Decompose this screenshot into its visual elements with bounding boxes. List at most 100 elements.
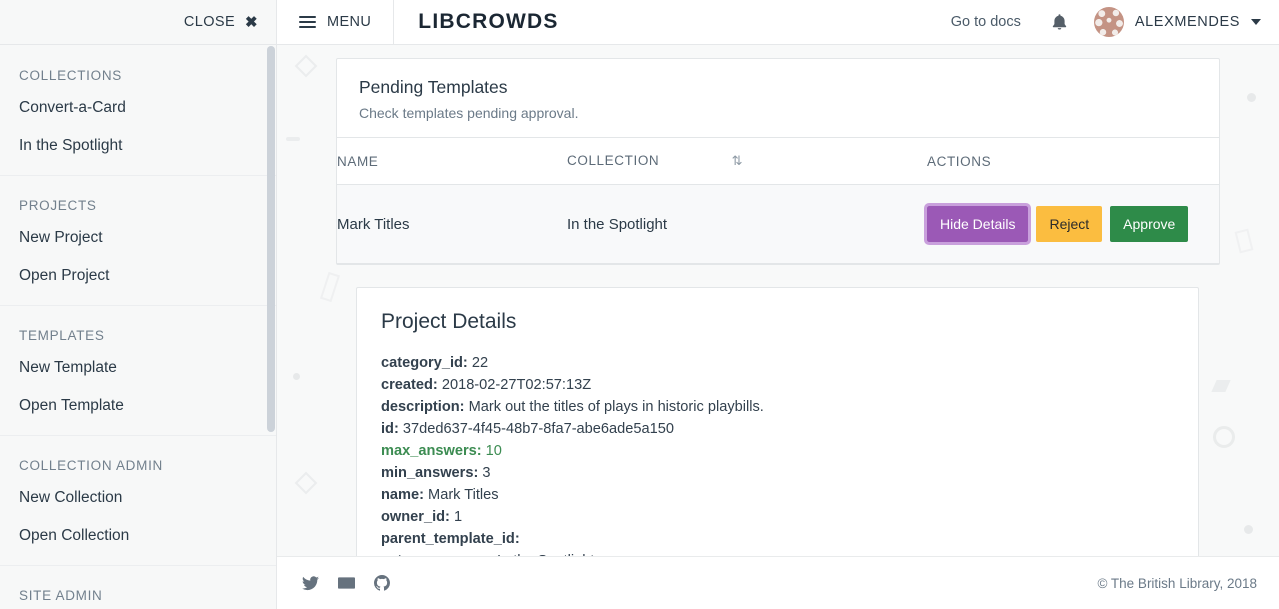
username-label: ALEXMENDES <box>1135 14 1240 30</box>
column-header-name[interactable]: NAME <box>337 138 567 185</box>
app-root: CLOSE ✖ COLLECTIONS Convert-a-Card In th… <box>0 0 1279 609</box>
detail-key: description: <box>381 399 465 415</box>
sidebar-item-open-project[interactable]: Open Project <box>0 257 276 295</box>
detail-value: 22 <box>472 355 488 371</box>
header-right: Go to docs ALEXMENDES <box>951 7 1279 37</box>
nav-heading-collections: COLLECTIONS <box>0 46 276 89</box>
deco-dot <box>293 373 300 380</box>
nav-heading-projects: PROJECTS <box>0 176 276 219</box>
pending-templates-table: NAME COLLECTION ⇅ ACTIONS Mark Titles In… <box>337 137 1219 264</box>
detail-key: created: <box>381 377 438 393</box>
detail-value: 37ded637-4f45-48b7-8fa7-abe6ade5a150 <box>403 421 674 437</box>
nav-group-projects: PROJECTS New Project Open Project <box>0 176 276 306</box>
hide-details-button[interactable]: Hide Details <box>927 206 1028 242</box>
deco-dot <box>1244 525 1253 534</box>
nav-heading-collection-admin: COLLECTION ADMIN <box>0 436 276 479</box>
detail-key: name: <box>381 487 424 503</box>
sidebar-header: CLOSE ✖ <box>0 0 276 45</box>
twitter-icon[interactable] <box>302 576 319 591</box>
detail-key: category_id: <box>381 355 468 371</box>
reject-button[interactable]: Reject <box>1036 206 1102 242</box>
notification-bell-icon <box>1051 13 1068 32</box>
detail-key: id: <box>381 421 399 437</box>
cell-collection: In the Spotlight <box>567 185 927 264</box>
nav-heading-templates: TEMPLATES <box>0 306 276 349</box>
detail-max-answers: max_answers: 10 <box>381 440 1174 462</box>
detail-key: max_answers: <box>381 443 482 459</box>
sidebar-item-convert-a-card[interactable]: Convert-a-Card <box>0 89 276 127</box>
detail-min-answers: min_answers: 3 <box>381 462 1174 484</box>
github-icon[interactable] <box>374 575 390 591</box>
top-header: MENU LIBCROWDS Go to docs ALEXMENDES <box>277 0 1279 45</box>
detail-key: parent_template_id: <box>381 531 520 547</box>
deco-diamond <box>295 55 318 78</box>
project-details-title: Project Details <box>381 310 1174 334</box>
nav-group-collections: COLLECTIONS Convert-a-Card In the Spotli… <box>0 46 276 176</box>
nav-group-templates: TEMPLATES New Template Open Template <box>0 306 276 436</box>
close-x-icon: ✖ <box>245 15 258 30</box>
social-links <box>302 575 390 591</box>
close-label: CLOSE <box>184 14 235 30</box>
detail-description: description: Mark out the titles of play… <box>381 396 1174 418</box>
page-title: Pending Templates <box>359 77 1197 98</box>
detail-value: Mark out the titles of plays in historic… <box>469 399 764 415</box>
detail-key: min_answers: <box>381 465 478 481</box>
column-header-collection-label: COLLECTION <box>567 153 659 168</box>
table-row: Mark Titles In the Spotlight Hide Detail… <box>337 185 1219 264</box>
page-footer: © The British Library, 2018 <box>277 556 1279 609</box>
sidebar: CLOSE ✖ COLLECTIONS Convert-a-Card In th… <box>0 0 277 609</box>
nav-heading-site-admin: SITE ADMIN <box>0 566 276 609</box>
cell-actions: Hide Details Reject Approve <box>927 185 1219 264</box>
sidebar-item-open-collection[interactable]: Open Collection <box>0 517 276 555</box>
column-header-collection[interactable]: COLLECTION ⇅ <box>567 138 927 185</box>
deco-rect <box>1235 229 1254 254</box>
detail-id: id: 37ded637-4f45-48b7-8fa7-abe6ade5a150 <box>381 418 1174 440</box>
close-sidebar-button[interactable]: CLOSE ✖ <box>184 14 258 30</box>
user-avatar <box>1094 7 1124 37</box>
user-menu[interactable]: ALEXMENDES <box>1094 7 1261 37</box>
project-details-card: Project Details category_id: 22 created:… <box>356 287 1199 593</box>
detail-value: 10 <box>486 443 502 459</box>
card-header: Pending Templates Check templates pendin… <box>337 59 1219 137</box>
main-content: Pending Templates Check templates pendin… <box>336 58 1220 593</box>
sort-updown-icon[interactable]: ⇅ <box>732 153 744 169</box>
menu-button[interactable]: MENU <box>277 0 394 45</box>
sidebar-item-new-template[interactable]: New Template <box>0 349 276 387</box>
detail-created: created: 2018-02-27T02:57:13Z <box>381 374 1174 396</box>
envelope-icon[interactable] <box>338 576 355 590</box>
sidebar-scrollbar[interactable] <box>267 46 275 432</box>
column-header-actions: ACTIONS <box>927 138 1219 185</box>
detail-category-id: category_id: 22 <box>381 352 1174 374</box>
deco-bar <box>286 137 300 141</box>
approve-button[interactable]: Approve <box>1110 206 1188 242</box>
card-subtitle: Check templates pending approval. <box>359 105 1197 121</box>
detail-parent-template-id: parent_template_id: <box>381 528 1174 550</box>
detail-name: name: Mark Titles <box>381 484 1174 506</box>
chevron-down-icon <box>1251 19 1261 25</box>
brand-logo[interactable]: LIBCROWDS <box>418 10 558 34</box>
table-header-row: NAME COLLECTION ⇅ ACTIONS <box>337 138 1219 185</box>
detail-value: Mark Titles <box>428 487 499 503</box>
sidebar-item-new-project[interactable]: New Project <box>0 219 276 257</box>
detail-value: 2018-02-27T02:57:13Z <box>442 377 591 393</box>
copyright-text: © The British Library, 2018 <box>1097 576 1257 591</box>
nav-group-site-admin: SITE ADMIN <box>0 566 276 609</box>
page-body: Pending Templates Check templates pendin… <box>277 45 1279 609</box>
deco-diamond <box>295 472 318 495</box>
sidebar-item-in-the-spotlight[interactable]: In the Spotlight <box>0 127 276 165</box>
go-to-docs-link[interactable]: Go to docs <box>951 14 1021 30</box>
detail-owner-id: owner_id: 1 <box>381 506 1174 528</box>
deco-dot <box>1247 93 1256 102</box>
sidebar-nav[interactable]: COLLECTIONS Convert-a-Card In the Spotli… <box>0 46 276 609</box>
menu-label: MENU <box>327 14 371 30</box>
detail-value: 1 <box>454 509 462 525</box>
hamburger-icon <box>299 13 316 31</box>
sidebar-item-open-template[interactable]: Open Template <box>0 387 276 425</box>
notifications-button[interactable] <box>1047 13 1072 32</box>
sidebar-item-new-collection[interactable]: New Collection <box>0 479 276 517</box>
row-action-buttons: Hide Details Reject Approve <box>927 206 1219 242</box>
table-body: Mark Titles In the Spotlight Hide Detail… <box>337 185 1219 264</box>
detail-key: owner_id: <box>381 509 450 525</box>
nav-group-collection-admin: COLLECTION ADMIN New Collection Open Col… <box>0 436 276 566</box>
pending-templates-card: Pending Templates Check templates pendin… <box>336 58 1220 265</box>
